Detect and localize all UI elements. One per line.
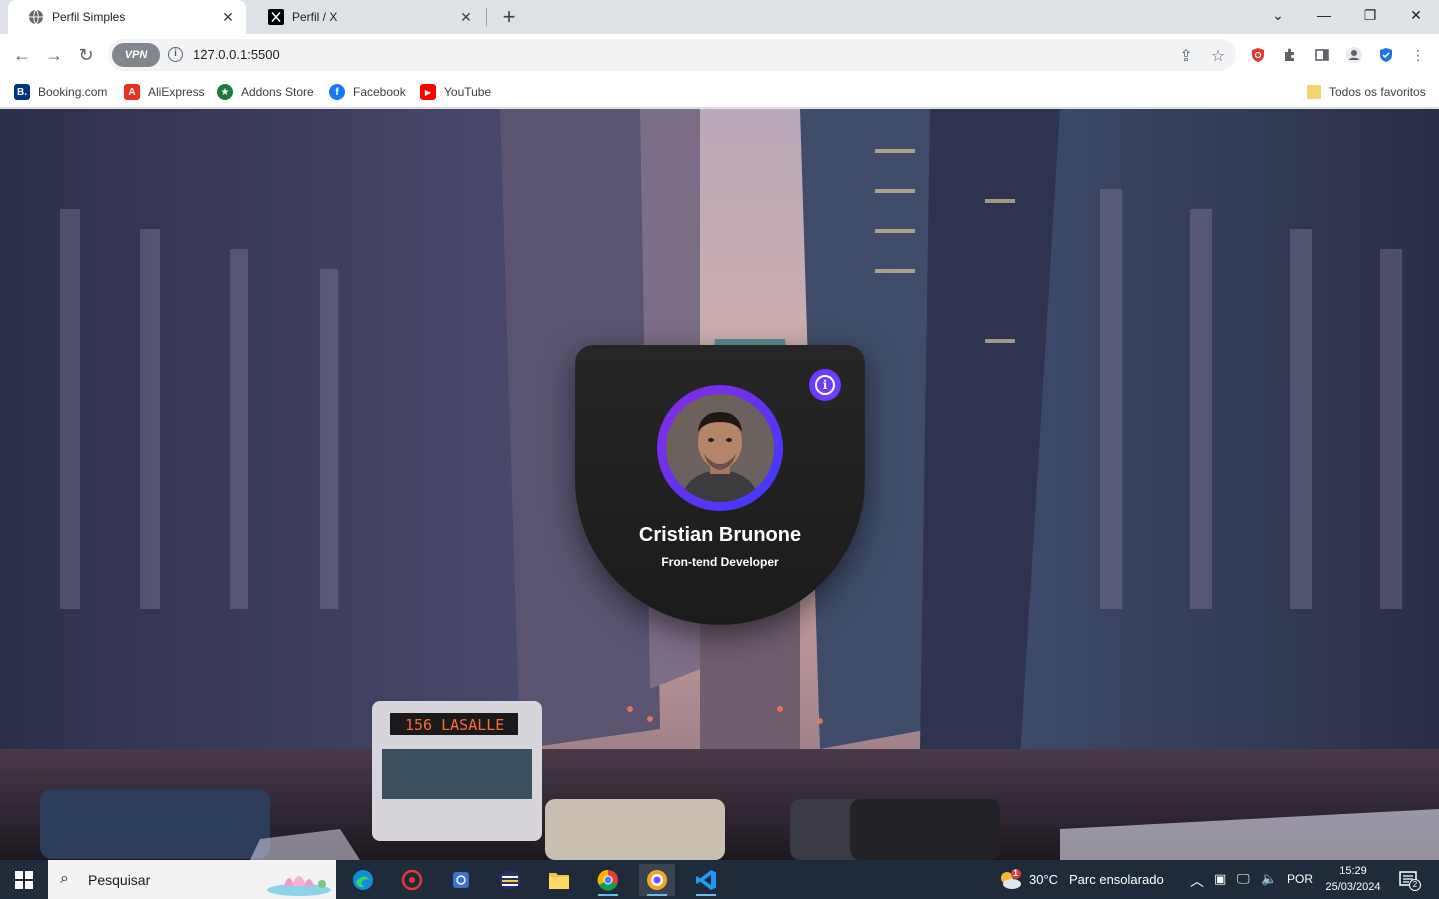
page-viewport: 156 LASALLE i Cristian Brunone Fron-tend… (0, 109, 1439, 860)
taskbar-chrome[interactable] (590, 864, 626, 896)
edge-icon (353, 870, 373, 890)
tab-divider (486, 8, 487, 26)
chevron-up-icon[interactable]: ︿ (1190, 871, 1204, 891)
profile-card: i Cristian Brunone Fron-tend Developer (575, 345, 865, 625)
system-clock[interactable]: 15:29 25/03/2024 (1318, 863, 1388, 895)
avatar-ring (657, 385, 783, 511)
close-icon[interactable]: ✕ (458, 9, 474, 25)
tab-strip: Perfil Simples ✕ Perfil / X ✕ + ⌄ — ❐ ✕ (0, 0, 1439, 34)
minimize-button[interactable]: — (1301, 0, 1347, 30)
windows-logo-icon (15, 870, 33, 889)
clock-time: 15:29 (1339, 865, 1367, 877)
connect-app-icon (453, 872, 469, 888)
bookmark-label: Facebook (353, 85, 406, 99)
tab-perfil-x[interactable]: Perfil / X ✕ (248, 0, 484, 34)
bookmark-addons-store[interactable]: ★ Addons Store (217, 82, 314, 102)
taskbar-browser-active[interactable] (639, 864, 675, 896)
bookmark-label: AliExpress (148, 85, 205, 99)
browser-menu-icon[interactable]: ⋮ (1409, 46, 1427, 64)
weather-icon[interactable]: 1 (995, 864, 1025, 896)
bookmark-youtube[interactable]: ▶ YouTube (420, 82, 491, 102)
chrome-icon (597, 869, 618, 891)
share-icon[interactable]: ⇪ (1176, 46, 1196, 66)
info-icon: i (815, 375, 835, 395)
browser-toolbar: ← → ↻ VPN i 127.0.0.1:5500 ⇪ ☆ ⋮ (0, 34, 1439, 76)
folder-icon (549, 873, 569, 889)
info-button[interactable]: i (809, 369, 841, 401)
x-logo-icon (268, 9, 284, 25)
weather-description[interactable]: Parc ensolarado (1069, 872, 1164, 887)
shield-extension-icon[interactable] (1377, 46, 1395, 64)
camera-icon[interactable]: ▣ (1214, 871, 1226, 887)
close-window-button[interactable]: ✕ (1393, 0, 1439, 30)
url-text[interactable]: 127.0.0.1:5500 (193, 47, 280, 62)
profile-name: Cristian Brunone (638, 524, 802, 546)
security-app-icon (401, 869, 423, 891)
taskbar-app-red[interactable] (394, 864, 430, 896)
browser-app-icon (647, 870, 667, 890)
all-bookmarks-folder[interactable]: Todos os favoritos (1307, 82, 1426, 102)
address-bar[interactable]: VPN i 127.0.0.1:5500 ⇪ ☆ (108, 39, 1236, 71)
windows-taskbar: ⌕ Pesquisar 1 30°C Parc ensolarado ︿ ▣ 🖵… (0, 860, 1439, 899)
search-icon: ⌕ (60, 870, 69, 887)
taskbar-vscode[interactable] (688, 864, 724, 896)
taskbar-search[interactable]: ⌕ Pesquisar (48, 860, 336, 899)
language-indicator[interactable]: POR (1287, 872, 1313, 886)
bookmark-facebook[interactable]: f Facebook (329, 82, 406, 102)
facebook-icon: f (329, 84, 345, 100)
extensions-puzzle-icon[interactable] (1281, 46, 1299, 64)
taskbar-file-explorer[interactable] (541, 864, 577, 896)
lotus-highlight-icon (267, 876, 331, 896)
vpn-badge[interactable]: VPN (112, 43, 160, 67)
search-placeholder: Pesquisar (88, 872, 151, 888)
profile-role: Fron-tend Developer (661, 555, 779, 569)
bookmark-label: Addons Store (241, 85, 314, 99)
notifications-button[interactable]: 2 (1398, 869, 1421, 891)
taskbar-edge[interactable] (345, 864, 381, 896)
side-panel-icon[interactable] (1313, 46, 1331, 64)
svg-text:156 LASALLE: 156 LASALLE (405, 716, 504, 734)
bookmark-aliexpress[interactable]: A AliExpress (124, 82, 205, 102)
profile-avatar-icon[interactable] (1345, 46, 1363, 64)
weather-temp[interactable]: 30°C (1029, 872, 1058, 887)
back-button[interactable]: ← (9, 42, 35, 68)
reload-button[interactable]: ↻ (73, 42, 99, 68)
new-tab-button[interactable]: + (496, 4, 522, 30)
bookmark-label: Booking.com (38, 85, 108, 99)
clock-date: 25/03/2024 (1325, 881, 1381, 893)
folder-icon (1307, 85, 1321, 99)
all-bookmarks-label: Todos os favoritos (1329, 85, 1426, 99)
bookmark-booking[interactable]: B. Booking.com (14, 82, 107, 102)
adblock-extension-icon[interactable] (1249, 46, 1267, 64)
start-button[interactable] (0, 860, 48, 899)
notification-count: 2 (1409, 879, 1421, 891)
bookmark-star-icon[interactable]: ☆ (1208, 46, 1228, 66)
taskbar-app-blue[interactable] (443, 864, 479, 896)
bookmarks-bar: B. Booking.com A AliExpress ★ Addons Sto… (0, 76, 1439, 108)
site-info-icon[interactable]: i (168, 47, 183, 62)
stack-app-icon (499, 871, 521, 889)
bookmark-label: YouTube (444, 85, 492, 99)
taskbar-app-stack[interactable] (492, 864, 528, 896)
close-icon[interactable]: ✕ (220, 9, 236, 25)
vscode-icon (696, 870, 716, 890)
globe-icon (28, 9, 44, 25)
booking-icon: B. (14, 84, 30, 100)
addons-store-icon: ★ (217, 84, 233, 100)
forward-button[interactable]: → (41, 42, 67, 68)
aliexpress-icon: A (124, 84, 140, 100)
volume-icon[interactable]: 🔈 (1261, 871, 1277, 887)
tab-title: Perfil / X (292, 10, 338, 24)
weather-badge: 1 (1013, 868, 1019, 878)
tab-title: Perfil Simples (52, 10, 126, 24)
network-icon[interactable]: 🖵 (1237, 871, 1250, 887)
tab-search-chevron-icon[interactable]: ⌄ (1255, 0, 1301, 30)
youtube-icon: ▶ (420, 84, 436, 100)
avatar (666, 394, 774, 502)
tab-perfil-simples[interactable]: Perfil Simples ✕ (8, 0, 246, 34)
restore-button[interactable]: ❐ (1347, 0, 1393, 30)
